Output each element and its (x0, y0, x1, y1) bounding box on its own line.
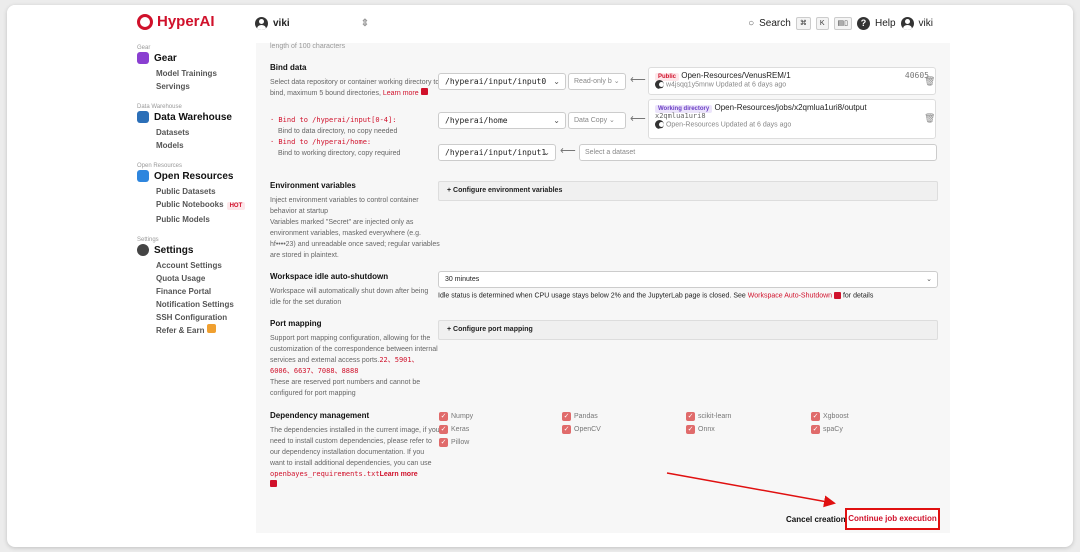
cancel-creation-button[interactable]: Cancel creation (786, 515, 846, 524)
annotation-arrow (666, 472, 836, 508)
app-window: HyperAI viki ⇕ ○ Search ⌘ K ▤▯ ? Help vi… (7, 5, 1073, 547)
continue-job-button[interactable]: Continue job execution (845, 508, 940, 530)
